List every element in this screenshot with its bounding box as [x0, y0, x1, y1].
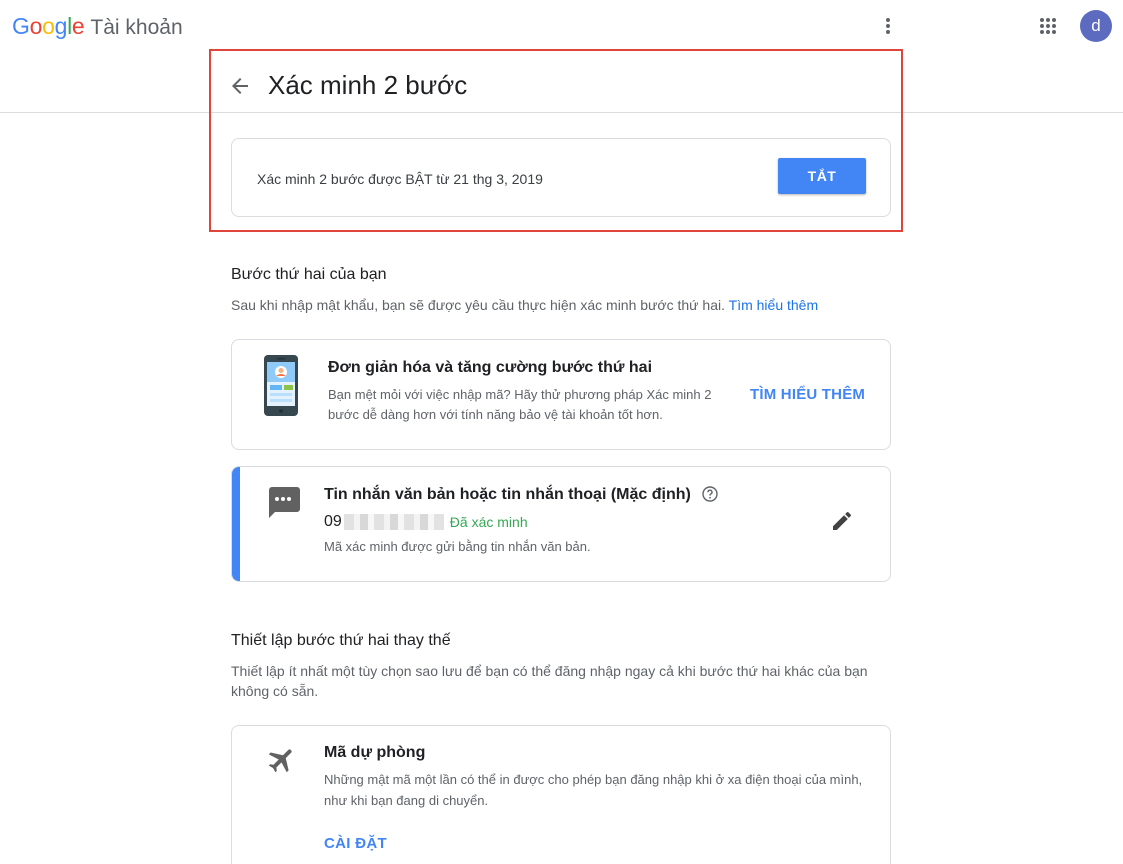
- phone-number-row: 09 Đã xác minh: [324, 513, 528, 531]
- default-method-accent: [232, 467, 240, 581]
- phone-number-redacted: [343, 514, 444, 530]
- phone-number: 09: [324, 513, 342, 530]
- sms-method-description: Mã xác minh được gửi bằng tin nhắn văn b…: [324, 539, 591, 554]
- sms-icon: [266, 487, 300, 519]
- google-account-logo[interactable]: Google Tài khoản: [12, 13, 183, 40]
- promo-description: Bạn mệt mỏi với việc nhập mã? Hãy thử ph…: [328, 387, 712, 422]
- second-step-description: Sau khi nhập mật khẩu, bạn sẽ được yêu c…: [231, 297, 819, 313]
- apps-grid-icon[interactable]: [1036, 14, 1060, 38]
- promo-title: Đơn giản hóa và tăng cường bước thứ hai: [328, 359, 653, 376]
- status-text: Xác minh 2 bước được BẬT từ 21 thg 3, 20…: [257, 171, 543, 187]
- phone-illustration: [264, 355, 298, 416]
- status-card: Xác minh 2 bước được BẬT từ 21 thg 3, 20…: [231, 138, 891, 217]
- more-vert-icon[interactable]: [876, 14, 900, 38]
- backup-codes-description: Những mật mã một lần có thể in được cho …: [324, 772, 863, 808]
- alternate-step-title: Thiết lập bước thứ hai thay thế: [231, 632, 451, 649]
- edit-pencil-icon[interactable]: [830, 509, 854, 533]
- page-title: Xác minh 2 bước: [268, 70, 468, 100]
- verified-badge: Đã xác minh: [449, 514, 528, 530]
- avatar[interactable]: d: [1080, 10, 1112, 42]
- alternate-step-description: Thiết lập ít nhất một tùy chọn sao lưu đ…: [231, 663, 868, 699]
- help-icon[interactable]: [702, 486, 718, 502]
- top-bar: Google Tài khoản d: [0, 0, 1123, 54]
- turn-off-button[interactable]: TẮT: [778, 158, 866, 194]
- airplane-icon: [266, 744, 298, 776]
- promo-card: Đơn giản hóa và tăng cường bước thứ hai …: [231, 339, 891, 450]
- second-step-title: Bước thứ hai của bạn: [231, 266, 387, 283]
- learn-more-link[interactable]: Tìm hiểu thêm: [729, 297, 818, 313]
- sms-method-title: Tin nhắn văn bản hoặc tin nhắn thoại (Mặ…: [324, 486, 691, 503]
- backup-codes-card: Mã dự phòng Những mật mã một lần có thể …: [231, 725, 891, 864]
- google-wordmark: Google: [12, 13, 85, 39]
- promo-learn-more-button[interactable]: TÌM HIỂU THÊM: [750, 386, 865, 403]
- backup-codes-setup-button[interactable]: CÀI ĐẶT: [324, 835, 387, 852]
- sms-method-card: Tin nhắn văn bản hoặc tin nhắn thoại (Mặ…: [231, 466, 891, 582]
- backup-codes-title: Mã dự phòng: [324, 744, 426, 761]
- back-arrow-icon[interactable]: [228, 74, 252, 98]
- logo-product-name: Tài khoản: [90, 16, 183, 39]
